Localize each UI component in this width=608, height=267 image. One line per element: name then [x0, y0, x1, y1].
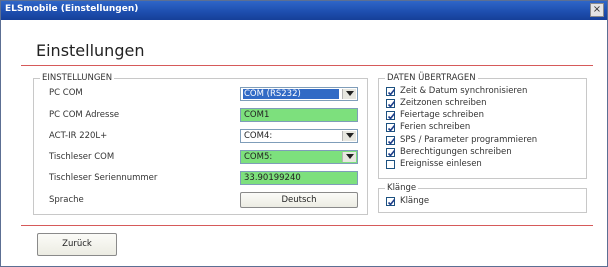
checkbox-box[interactable]: [386, 123, 396, 132]
divider-bottom: [21, 225, 593, 226]
tischleser-sn-input[interactable]: 33.90199240: [240, 171, 358, 185]
act-ir-label: ACT-IR 220L+: [49, 131, 108, 141]
checkbox-box[interactable]: [386, 111, 396, 120]
checkbox-box[interactable]: [386, 160, 395, 169]
language-button[interactable]: Deutsch: [240, 192, 358, 208]
window-title: ELSmobile (Einstellungen): [5, 4, 139, 14]
pc-com-value: COM (RS232): [243, 89, 339, 99]
pc-com-adresse-label: PC COM Adresse: [49, 110, 120, 120]
pc-com-label: PC COM: [49, 88, 83, 98]
checkbox-label: Feiertage schreiben: [400, 110, 485, 120]
checkbox-box[interactable]: [386, 87, 396, 96]
tischleser-sn-label: Tischleser Seriennummer: [49, 173, 158, 183]
settings-legend: EINSTELLUNGEN: [42, 73, 113, 83]
pc-com-select[interactable]: COM (RS232): [240, 87, 358, 101]
title-bar[interactable]: ELSmobile (Einstellungen) ×: [1, 1, 607, 20]
checkbox-label: Zeit & Datum synchronisieren: [400, 86, 528, 96]
sprache-label: Sprache: [49, 195, 84, 205]
tischleser-com-value: COM5:: [244, 152, 273, 162]
checkbox-label: SPS / Parameter programmieren: [400, 135, 538, 145]
chevron-down-icon[interactable]: [342, 131, 356, 141]
checkbox-box[interactable]: [386, 99, 396, 108]
back-button[interactable]: Zurück: [37, 233, 117, 256]
checkbox-label: Berechtigungen schreiben: [400, 147, 512, 157]
page-title: Einstellungen: [36, 41, 145, 60]
chevron-down-icon[interactable]: [342, 89, 356, 99]
chevron-down-icon[interactable]: [342, 152, 356, 162]
checkbox-box[interactable]: [386, 148, 396, 157]
checkbox-box[interactable]: [386, 197, 396, 206]
data-transfer-legend: DATEN ÜBERTRAGEN: [387, 73, 476, 83]
checkbox-box[interactable]: [386, 136, 396, 145]
checkbox-label: Klänge: [400, 196, 430, 206]
pc-com-adresse-input[interactable]: COM1: [240, 108, 358, 122]
sounds-legend: Klänge: [387, 183, 417, 193]
checkbox-label: Ferien schreiben: [400, 122, 471, 132]
tischleser-com-label: Tischleser COM: [49, 152, 115, 162]
checkbox-label: Ereignisse einlesen: [400, 159, 482, 169]
close-icon[interactable]: ×: [590, 3, 604, 17]
checkbox-label: Zeitzonen schreiben: [400, 98, 487, 108]
act-ir-value: COM4:: [244, 131, 273, 141]
divider-top: [21, 65, 593, 66]
settings-window: ELSmobile (Einstellungen) × Einstellunge…: [0, 0, 608, 267]
act-ir-select[interactable]: COM4:: [240, 129, 358, 143]
tischleser-com-select[interactable]: COM5:: [240, 150, 358, 164]
